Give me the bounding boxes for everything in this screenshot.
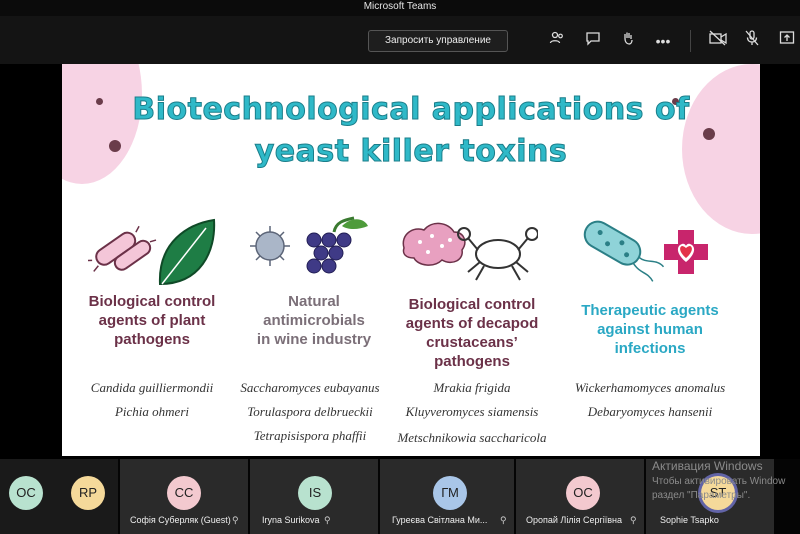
avatar: CC bbox=[167, 476, 201, 510]
share-icon[interactable] bbox=[776, 30, 798, 52]
avatar: IS bbox=[298, 476, 332, 510]
people-icon[interactable] bbox=[546, 30, 568, 52]
windows-activation-title: Активация Windows bbox=[652, 459, 763, 473]
mic-muted-icon: ⚲ bbox=[232, 515, 239, 525]
species-item: Tetrapisispora phaffii bbox=[253, 428, 367, 443]
category-wine-industry: Natural antimicrobials in wine industry bbox=[256, 293, 372, 348]
bacteria-leaf-icon bbox=[88, 218, 216, 286]
participant-overflow-tile[interactable]: OC RP bbox=[0, 459, 118, 534]
camera-off-icon[interactable] bbox=[707, 30, 729, 52]
participant-tile[interactable]: IS Iryna Surikova ⚲ bbox=[250, 459, 378, 534]
participant-tile[interactable]: CC Софія Суберляк (Guest) ⚲ bbox=[120, 459, 248, 534]
species-item: Kluyveromyces siamensis bbox=[405, 404, 539, 419]
avatar: RP bbox=[71, 476, 105, 510]
avatar: OC bbox=[9, 476, 43, 510]
participant-name: Гуреєва Світлана Ми... bbox=[392, 515, 488, 525]
category-human-infections: Therapeutic agents against human infecti… bbox=[581, 302, 719, 357]
species-item: Candida guilliermondii bbox=[90, 380, 214, 395]
shared-slide: Biotechnological applications of yeast k… bbox=[62, 64, 760, 456]
chat-icon[interactable] bbox=[582, 30, 604, 52]
raise-hand-icon[interactable] bbox=[617, 30, 639, 52]
virus-grapes-icon bbox=[250, 216, 368, 274]
mic-off-icon[interactable] bbox=[741, 30, 763, 52]
category-crustaceans-pathogens: Biological control agents of decapod cru… bbox=[405, 296, 539, 370]
species-item: Pichia ohmeri bbox=[114, 404, 189, 419]
species-item: Saccharomyces eubayanus bbox=[240, 380, 380, 395]
avatar: ГМ bbox=[433, 476, 467, 510]
toolbar-divider bbox=[690, 30, 691, 52]
participant-name: Sophie Tsapko bbox=[660, 515, 719, 525]
slide-title-line2: yeast killer toxins bbox=[254, 134, 568, 170]
category-plant-pathogens: Biological control agents of plant patho… bbox=[88, 293, 216, 348]
participant-name: Софія Суберляк (Guest) bbox=[130, 515, 231, 525]
participant-tile[interactable]: OC Оропай Лілія Сергіївна ⚲ bbox=[516, 459, 644, 534]
participant-tile[interactable]: ГМ Гуреєва Світлана Ми... ⚲ bbox=[380, 459, 514, 534]
species-item: Torulaspora delbrueckii bbox=[247, 404, 373, 419]
bacterium-medical-cross-icon bbox=[583, 220, 708, 282]
species-item: Mrakia frigida bbox=[433, 380, 511, 395]
participant-name: Оропай Лілія Сергіївна bbox=[526, 515, 622, 525]
species-item: Wickerhamomyces anomalus bbox=[574, 380, 726, 395]
windows-activation-text: Чтобы активировать Window bbox=[652, 476, 786, 487]
request-control-button[interactable]: Запросить управление bbox=[368, 30, 508, 52]
participant-name: Iryna Surikova bbox=[262, 515, 320, 525]
mic-muted-icon: ⚲ bbox=[630, 515, 637, 525]
yeast-crab-icon bbox=[402, 222, 538, 281]
windows-activation-text: раздел "Параметры". bbox=[652, 490, 751, 501]
species-item: Debaryomyces hansenii bbox=[587, 404, 713, 419]
avatar: OC bbox=[566, 476, 600, 510]
meeting-toolbar: Запросить управление ••• bbox=[0, 16, 800, 64]
species-item: Metschnikowia saccharicola bbox=[397, 430, 547, 445]
window-title: Microsoft Teams bbox=[0, 0, 800, 16]
more-icon[interactable]: ••• bbox=[652, 30, 674, 52]
mic-muted-icon: ⚲ bbox=[324, 515, 331, 525]
mic-muted-icon: ⚲ bbox=[500, 515, 507, 525]
slide-title-line1: Biotechnological applications of bbox=[132, 92, 690, 128]
